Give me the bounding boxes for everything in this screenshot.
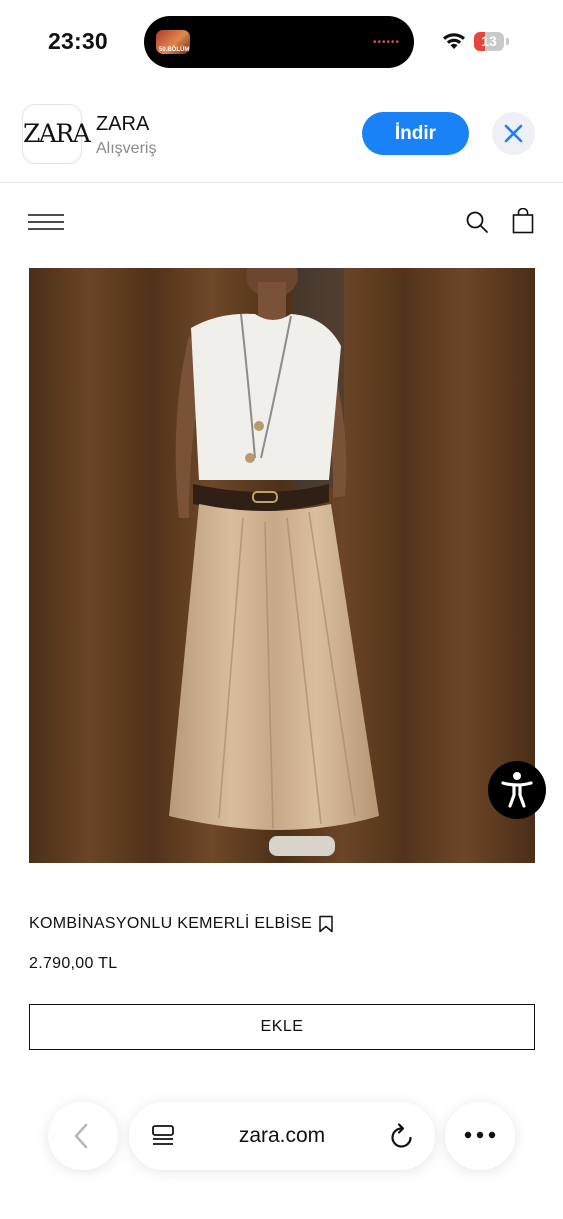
app-icon: ZARA bbox=[22, 104, 91, 164]
product-price: 2.790,00 TL bbox=[29, 955, 118, 972]
accessibility-button[interactable] bbox=[488, 761, 546, 819]
close-icon bbox=[504, 124, 523, 143]
dynamic-island[interactable]: 50.BÖLÜM •••••• bbox=[144, 16, 414, 68]
smart-app-banner: ZARA ZARA Alışveriş İndir bbox=[0, 86, 563, 183]
app-category: Alışveriş bbox=[96, 140, 157, 157]
live-activity-label: 50.BÖLÜM bbox=[159, 47, 190, 53]
wifi-icon bbox=[443, 33, 465, 49]
live-activity-indicator: •••••• bbox=[372, 37, 400, 48]
product-name: KOMBİNASYONLU KEMERLİ ELBİSE bbox=[29, 915, 313, 932]
live-activity-thumbnail: 50.BÖLÜM bbox=[156, 30, 190, 54]
battery-cap bbox=[506, 38, 509, 45]
status-bar: 23:30 50.BÖLÜM •••••• 13 bbox=[0, 0, 563, 86]
battery-indicator: 13 bbox=[474, 32, 504, 51]
product-photo-illustration bbox=[29, 268, 535, 863]
more-icon bbox=[464, 1131, 496, 1139]
more-button[interactable] bbox=[445, 1102, 515, 1170]
app-name: ZARA bbox=[96, 113, 150, 135]
accessibility-icon bbox=[501, 772, 533, 808]
add-to-cart-button[interactable]: EKLE bbox=[29, 1004, 535, 1050]
shopping-bag-icon[interactable] bbox=[512, 208, 534, 234]
battery-percent: 13 bbox=[481, 33, 497, 49]
reload-icon[interactable] bbox=[389, 1122, 415, 1150]
back-button[interactable] bbox=[48, 1102, 118, 1170]
bookmark-icon[interactable] bbox=[318, 915, 334, 933]
product-image[interactable] bbox=[29, 268, 535, 863]
address-bar[interactable]: zara.com bbox=[129, 1102, 435, 1170]
status-time: 23:30 bbox=[48, 28, 108, 54]
close-banner-button[interactable] bbox=[492, 112, 535, 155]
search-icon[interactable] bbox=[465, 210, 489, 234]
install-button[interactable]: İndir bbox=[362, 112, 469, 155]
back-icon bbox=[74, 1123, 88, 1149]
menu-icon[interactable] bbox=[28, 212, 64, 232]
